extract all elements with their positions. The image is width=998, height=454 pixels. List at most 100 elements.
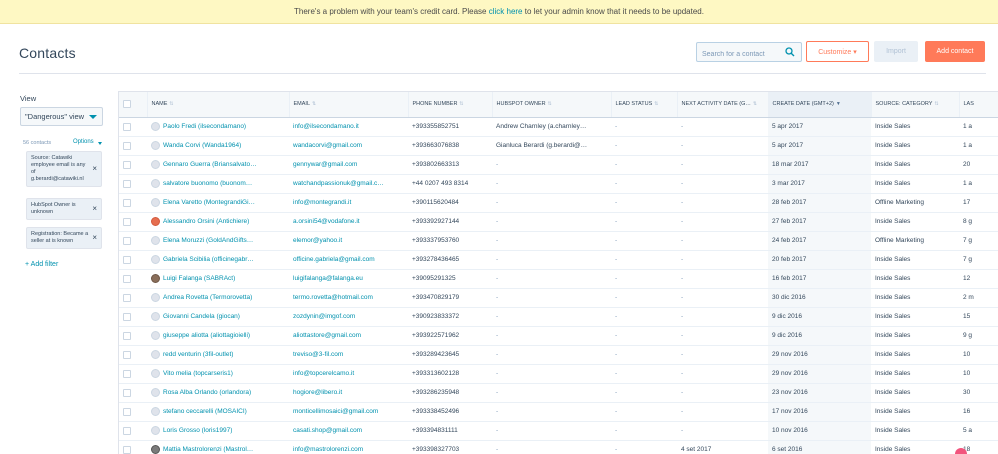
contact-name-link[interactable]: Andrea Rovetta (Termorovetta) [163,294,252,301]
name-cell[interactable]: Luigi Falanga (SABRAct) [147,269,289,289]
email-cell[interactable]: treviso@3-fil.com [289,345,408,365]
table-row[interactable]: salvatore buonomo (buonom… watchandpassio… [119,174,998,194]
remove-filter-icon[interactable]: × [92,164,97,174]
contact-name-link[interactable]: redd venturin (3fil-outlet) [163,351,233,358]
column-header-owner[interactable]: HUBSPOT OWNER ⇅ [492,92,612,118]
row-select-cell[interactable] [119,307,147,327]
sort-icon[interactable]: ⇅ [654,101,658,107]
email-cell[interactable]: a.orsini54@vodafone.it [289,212,408,232]
row-checkbox[interactable] [123,198,131,207]
row-select-cell[interactable] [119,364,147,384]
contact-name-link[interactable]: stefano ceccarelli (MOSAICI) [163,408,247,415]
email-cell[interactable]: aliottastore@gmail.com [289,326,408,346]
email-cell[interactable]: info@mastrolorenzi.com [289,440,408,454]
email-cell[interactable]: casati.shop@gmail.com [289,421,408,441]
contact-name-link[interactable]: Luigi Falanga (SABRAct) [163,275,235,282]
contact-name-link[interactable]: Elena Varetto (MontegrandiGi… [163,199,255,206]
sort-icon[interactable]: ⇅ [934,101,938,107]
email-cell[interactable]: luigifalanga@falanga.eu [289,269,408,289]
name-cell[interactable]: Giovanni Candela (giocan) [147,307,289,327]
remove-filter-icon[interactable]: × [92,233,97,243]
chat-widget-button[interactable] [955,448,967,454]
name-cell[interactable]: Vito melia (topcarseris1) [147,364,289,384]
contact-name-link[interactable]: salvatore buonomo (buonom… [163,180,252,187]
name-cell[interactable]: Loris Grosso (loris1997) [147,421,289,441]
email-cell[interactable]: watchandpassionuk@gmail.c… [289,174,408,194]
email-cell[interactable]: hogiore@libero.it [289,383,408,403]
row-checkbox[interactable] [123,274,131,283]
sort-icon[interactable]: ⇅ [169,101,173,107]
table-row[interactable]: Vito melia (topcarseris1) info@topcerelca… [119,364,998,384]
name-cell[interactable]: Gabriela Scibilia (officinegabr… [147,250,289,270]
options-link[interactable]: Options [73,139,94,145]
table-row[interactable]: redd venturin (3fil-outlet) treviso@3-fil… [119,345,998,365]
row-checkbox[interactable] [123,445,131,454]
table-row[interactable]: Giovanni Candela (giocan) zozdynin@imgof.… [119,307,998,327]
row-checkbox[interactable] [123,236,131,245]
column-header-next-activity[interactable]: NEXT ACTIVITY DATE (G… ⇅ [677,92,769,118]
add-contact-button[interactable]: Add contact [925,41,985,62]
import-button[interactable]: Import [874,41,918,62]
email-cell[interactable]: wandacorvi@gmail.com [289,136,408,156]
row-select-cell[interactable] [119,269,147,289]
row-select-cell[interactable] [119,345,147,365]
name-cell[interactable]: Elena Moruzzi (GoldAndGifts… [147,231,289,251]
row-select-cell[interactable] [119,155,147,175]
column-header-lead-status[interactable]: LEAD STATUS ⇅ [611,92,678,118]
sort-desc-icon[interactable]: ▼ [836,101,841,107]
row-select-cell[interactable] [119,326,147,346]
name-cell[interactable]: Paolo Fredi (ilsecondamano) [147,117,289,137]
table-row[interactable]: Wanda Corvi (Wanda1964) wandacorvi@gmail.… [119,136,998,156]
sort-icon[interactable]: ⇅ [753,101,757,107]
name-cell[interactable]: Elena Varetto (MontegrandiGi… [147,193,289,213]
row-select-cell[interactable] [119,440,147,454]
contact-name-link[interactable]: Paolo Fredi (ilsecondamano) [163,123,246,130]
search-input[interactable] [697,45,781,64]
email-cell[interactable]: info@montegrandi.it [289,193,408,213]
contact-name-link[interactable]: Wanda Corvi (Wanda1964) [163,142,241,149]
customize-button[interactable]: Customize ▾ [806,41,869,62]
name-cell[interactable]: salvatore buonomo (buonom… [147,174,289,194]
table-row[interactable]: Paolo Fredi (ilsecondamano) info@ilsecond… [119,117,998,137]
add-filter-link[interactable]: + Add filter [25,261,58,268]
search-box[interactable] [696,42,802,64]
column-header-email[interactable]: EMAIL ⇅ [289,92,409,118]
row-select-cell[interactable] [119,402,147,422]
table-row[interactable]: Gennaro Guerra (Briansalvato… gennywar@gm… [119,155,998,175]
banner-click-here-link[interactable]: click here [489,7,523,16]
contact-name-link[interactable]: Elena Moruzzi (GoldAndGifts… [163,237,253,244]
row-checkbox[interactable] [123,331,131,340]
name-cell[interactable]: Wanda Corvi (Wanda1964) [147,136,289,156]
email-cell[interactable]: officine.gabriela@gmail.com [289,250,408,270]
row-checkbox[interactable] [123,369,131,378]
row-checkbox[interactable] [123,426,131,435]
sort-icon[interactable]: ⇅ [312,101,316,107]
row-select-cell[interactable] [119,174,147,194]
name-cell[interactable]: redd venturin (3fil-outlet) [147,345,289,365]
contact-name-link[interactable]: Gabriela Scibilia (officinegabr… [163,256,254,263]
column-header-create-date[interactable]: CREATE DATE (GMT+2) ▼ [768,92,872,118]
filter-card-owner[interactable]: HubSpot Owner is unknown × [26,198,102,220]
row-checkbox[interactable] [123,255,131,264]
row-checkbox[interactable] [123,160,131,169]
contact-name-link[interactable]: Rosa Alba Orlando (orlandora) [163,389,251,396]
table-row[interactable]: Loris Grosso (loris1997) casati.shop@gmai… [119,421,998,441]
row-select-cell[interactable] [119,288,147,308]
contact-name-link[interactable]: Loris Grosso (loris1997) [163,427,232,434]
name-cell[interactable]: Rosa Alba Orlando (orlandora) [147,383,289,403]
row-select-cell[interactable] [119,117,147,137]
options-caret-icon[interactable] [98,142,102,145]
remove-filter-icon[interactable]: × [92,204,97,214]
row-checkbox[interactable] [123,122,131,131]
name-cell[interactable]: Alessandro Orsini (Antichiere) [147,212,289,232]
email-cell[interactable]: gennywar@gmail.com [289,155,408,175]
row-checkbox[interactable] [123,293,131,302]
row-checkbox[interactable] [123,141,131,150]
contact-name-link[interactable]: Alessandro Orsini (Antichiere) [163,218,249,225]
email-cell[interactable]: info@ilsecondamano.it [289,117,408,137]
column-header-source-category[interactable]: SOURCE: CATEGORY ⇅ [871,92,960,118]
row-select-cell[interactable] [119,193,147,213]
filter-card-source[interactable]: Source: Catawiki employee email is any o… [26,151,102,187]
row-checkbox[interactable] [123,388,131,397]
name-cell[interactable]: Gennaro Guerra (Briansalvato… [147,155,289,175]
